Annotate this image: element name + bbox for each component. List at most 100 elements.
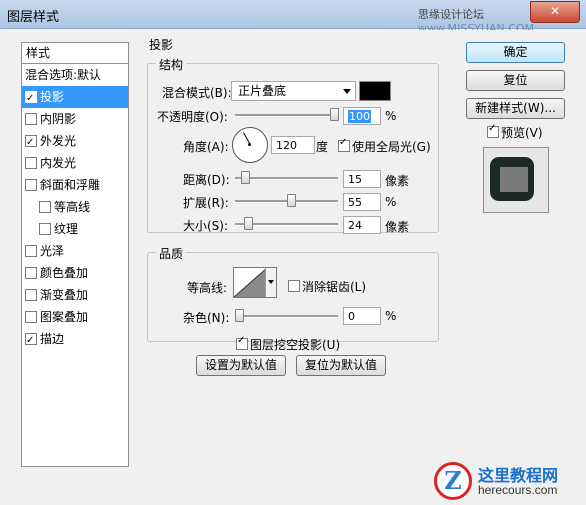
style-item[interactable]: 颜色叠加 bbox=[22, 262, 128, 284]
angle-dial[interactable] bbox=[232, 127, 268, 163]
contour-label: 等高线: bbox=[187, 281, 228, 295]
size-slider-thumb[interactable] bbox=[244, 217, 254, 230]
make-default-button[interactable]: 设置为默认值 bbox=[196, 355, 286, 376]
style-item-label: 内阴影 bbox=[40, 112, 77, 126]
close-button[interactable]: ✕ bbox=[530, 1, 580, 23]
noise-input[interactable]: 0 bbox=[343, 307, 381, 325]
distance-slider-thumb[interactable] bbox=[240, 171, 250, 184]
opacity-label: 不透明度(O): bbox=[157, 110, 228, 124]
distance-input[interactable]: 15 bbox=[343, 170, 381, 188]
style-item-label: 投影 bbox=[40, 90, 65, 104]
style-item[interactable]: 内发光 bbox=[22, 152, 128, 174]
global-light-label[interactable]: 使用全局光(G) bbox=[352, 138, 431, 155]
style-item-label: 纹理 bbox=[54, 222, 79, 236]
window-title: 图层样式 bbox=[7, 10, 60, 25]
drop-shadow-title: 投影 bbox=[146, 36, 177, 53]
style-item-checkbox[interactable] bbox=[25, 156, 37, 169]
style-item-checkbox[interactable] bbox=[25, 132, 37, 154]
opacity-slider-track[interactable] bbox=[235, 114, 338, 117]
noise-label: 杂色(N): bbox=[183, 311, 230, 325]
noise-slider-track[interactable] bbox=[235, 315, 338, 318]
style-item-checkbox[interactable] bbox=[25, 330, 37, 352]
distance-slider-track[interactable] bbox=[235, 177, 338, 180]
style-item-label: 外发光 bbox=[40, 134, 77, 148]
contour-dropdown-icon[interactable] bbox=[265, 268, 276, 297]
style-item-label: 等高线 bbox=[54, 200, 91, 214]
opacity-unit: % bbox=[385, 109, 397, 123]
knockout-checkbox[interactable] bbox=[236, 335, 248, 350]
title-bar: 图层样式 思缘设计论坛www.MISSYUAN.COM ✕ bbox=[0, 0, 586, 35]
angle-unit: 度 bbox=[316, 140, 329, 154]
style-item-checkbox[interactable] bbox=[25, 112, 37, 125]
distance-unit: 像素 bbox=[385, 174, 410, 188]
style-item-checkbox[interactable] bbox=[25, 288, 37, 301]
size-unit: 像素 bbox=[385, 220, 410, 234]
style-item-label: 描边 bbox=[40, 332, 65, 346]
style-item[interactable]: 投影 bbox=[22, 86, 128, 110]
spread-label: 扩展(R): bbox=[183, 196, 229, 210]
contour-picker[interactable] bbox=[233, 267, 277, 298]
style-item-checkbox[interactable] bbox=[25, 178, 37, 191]
reset-default-button[interactable]: 复位为默认值 bbox=[296, 355, 386, 376]
angle-label: 角度(A): bbox=[183, 140, 229, 154]
contour-curve-icon bbox=[234, 268, 267, 297]
preview-label[interactable]: 预览(V) bbox=[501, 124, 543, 141]
style-item-checkbox[interactable] bbox=[25, 88, 37, 110]
global-light-checkbox[interactable] bbox=[338, 137, 350, 152]
style-item-label: 光泽 bbox=[40, 244, 65, 258]
style-item-checkbox[interactable] bbox=[39, 222, 51, 235]
opacity-input[interactable]: 100 bbox=[343, 107, 381, 125]
dialog-body: 样式 混合选项:默认 投影内阴影外发光内发光斜面和浮雕等高线纹理光泽颜色叠加渐变… bbox=[7, 30, 579, 500]
style-item-checkbox[interactable] bbox=[39, 200, 51, 213]
style-item[interactable]: 描边 bbox=[22, 328, 128, 352]
preview-checkbox[interactable] bbox=[487, 123, 499, 138]
spread-unit: % bbox=[385, 195, 397, 209]
style-item-label: 渐变叠加 bbox=[40, 288, 89, 302]
style-item-checkbox[interactable] bbox=[25, 310, 37, 323]
style-item-checkbox[interactable] bbox=[25, 244, 37, 257]
opacity-slider-thumb[interactable] bbox=[330, 108, 339, 121]
style-preview bbox=[483, 147, 549, 213]
style-item[interactable]: 等高线 bbox=[22, 196, 142, 218]
style-item[interactable]: 渐变叠加 bbox=[22, 284, 128, 306]
style-item-label: 内发光 bbox=[40, 156, 77, 170]
blend-mode-value: 正片叠底 bbox=[238, 84, 287, 98]
new-style-button[interactable]: 新建样式(W)... bbox=[466, 98, 565, 119]
watermark-logo: Z 这里教程网 herecours.com bbox=[432, 458, 584, 504]
distance-label: 距离(D): bbox=[183, 173, 230, 187]
preview-inner-square bbox=[500, 167, 528, 192]
style-item-label: 斜面和浮雕 bbox=[40, 178, 101, 192]
blend-mode-select[interactable]: 正片叠底 bbox=[231, 81, 356, 101]
angle-center-dot bbox=[248, 143, 251, 146]
blend-mode-label: 混合模式(B): bbox=[162, 86, 232, 100]
style-item-checkbox[interactable] bbox=[25, 266, 37, 279]
style-item[interactable]: 外发光 bbox=[22, 130, 128, 154]
style-item[interactable]: 光泽 bbox=[22, 240, 128, 262]
shadow-color-swatch[interactable] bbox=[359, 81, 391, 101]
structure-title: 结构 bbox=[156, 56, 187, 73]
size-input[interactable]: 24 bbox=[343, 216, 381, 234]
style-item[interactable]: 纹理 bbox=[22, 218, 142, 240]
close-icon: ✕ bbox=[549, 4, 561, 18]
angle-input[interactable]: 120 bbox=[271, 136, 315, 154]
style-item[interactable]: 图案叠加 bbox=[22, 306, 128, 328]
noise-slider-thumb[interactable] bbox=[235, 309, 244, 322]
quality-title: 品质 bbox=[156, 245, 187, 262]
spread-input[interactable]: 55 bbox=[343, 193, 381, 211]
styles-header[interactable]: 样式 bbox=[22, 43, 128, 64]
watermark-url: herecours.com bbox=[478, 483, 558, 497]
style-item[interactable]: 斜面和浮雕 bbox=[22, 174, 128, 196]
knockout-label[interactable]: 图层挖空投影(U) bbox=[250, 336, 340, 353]
ok-button[interactable]: 确定 bbox=[466, 42, 565, 63]
blending-options-item[interactable]: 混合选项:默认 bbox=[22, 64, 131, 86]
chevron-down-icon bbox=[343, 89, 351, 94]
reset-button[interactable]: 复位 bbox=[466, 70, 565, 91]
quality-group: 品质 bbox=[147, 245, 439, 342]
styles-list: 样式 混合选项:默认 投影内阴影外发光内发光斜面和浮雕等高线纹理光泽颜色叠加渐变… bbox=[21, 42, 129, 467]
antialias-label[interactable]: 消除锯齿(L) bbox=[302, 278, 366, 295]
spread-slider-thumb[interactable] bbox=[287, 194, 297, 207]
antialias-checkbox[interactable] bbox=[288, 280, 300, 292]
style-item-label: 图案叠加 bbox=[40, 310, 89, 324]
style-item[interactable]: 内阴影 bbox=[22, 108, 128, 130]
logo-z-icon: Z bbox=[434, 462, 472, 500]
